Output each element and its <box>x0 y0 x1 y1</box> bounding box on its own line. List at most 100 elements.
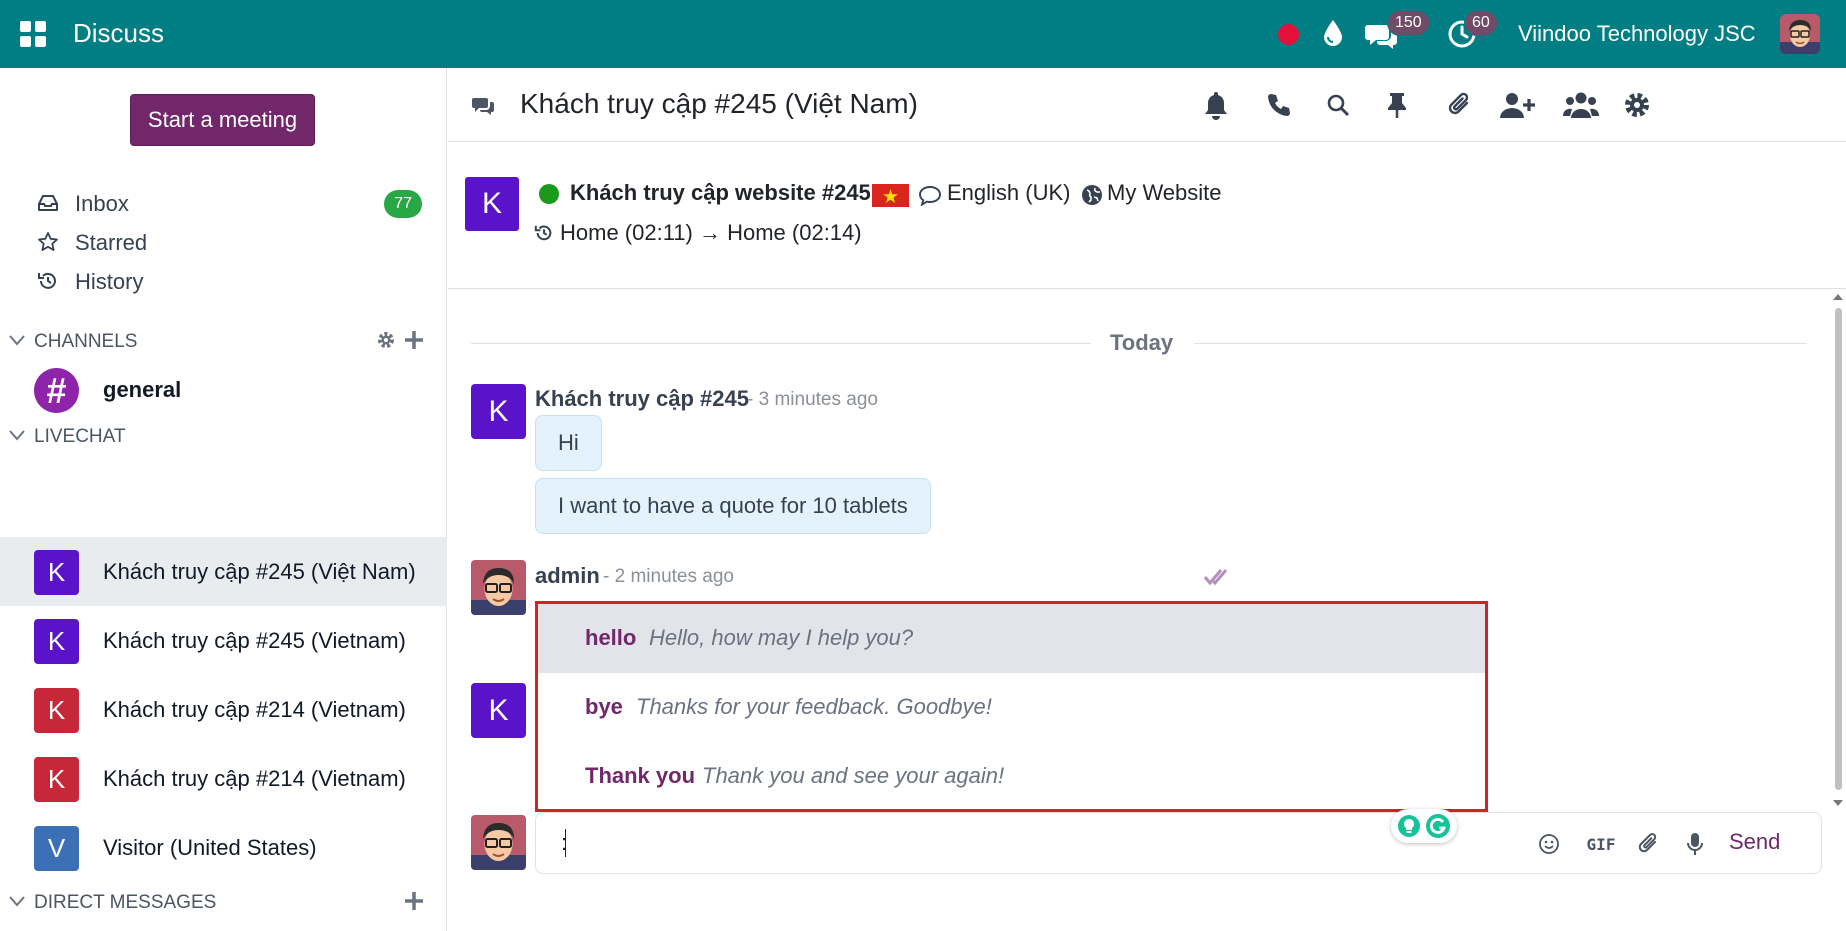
attachments-button[interactable] <box>1444 89 1476 121</box>
plus-icon[interactable] <box>404 329 424 351</box>
globe-icon <box>1082 185 1102 205</box>
emoji-button[interactable] <box>1536 831 1562 857</box>
suggestion-key: Thank you <box>585 763 696 788</box>
language-icon <box>919 186 941 206</box>
grammarly-widget[interactable] <box>1391 809 1457 843</box>
visitor-name: Khách truy cập website #245 <box>570 180 871 205</box>
suggestion-item[interactable]: Thank you Thank you and see your again! <box>538 742 1485 811</box>
date-separator: Today <box>1110 330 1174 355</box>
thread-scrollbar[interactable] <box>1830 290 1846 810</box>
scrollbar-thumb[interactable] <box>1835 308 1842 790</box>
livechat-avatar: K <box>34 757 79 802</box>
attach-file-button[interactable] <box>1636 831 1662 857</box>
pinned-messages-button[interactable] <box>1381 89 1413 121</box>
messaging-count-badge: 150 <box>1387 10 1430 36</box>
thread-header: Khách truy cập #245 (Việt Nam) <box>448 68 1846 142</box>
current-user-avatar <box>471 815 526 870</box>
inbox-count-badge: 77 <box>384 190 422 218</box>
suggestion-item[interactable]: bye Thanks for your feedback. Goodbye! <box>538 673 1485 742</box>
author-avatar[interactable]: K <box>471 683 526 738</box>
gear-icon[interactable] <box>376 330 396 350</box>
start-meeting-button[interactable]: Start a meeting <box>130 94 315 146</box>
lightbulb-icon[interactable] <box>1397 814 1421 838</box>
canned-response-suggestions: hello Hello, how may I help you? bye Tha… <box>535 601 1488 812</box>
sidebar-channel[interactable]: # general <box>0 355 447 424</box>
livechat-avatar: K <box>34 688 79 733</box>
message-body: I want to have a quote for 10 tablets <box>535 478 931 534</box>
livechat-avatar: K <box>34 619 79 664</box>
visitor-language: English (UK) <box>947 180 1071 205</box>
livechat-name: Khách truy cập #214 (Vietnam) <box>103 697 406 722</box>
category-direct-messages[interactable]: DIRECT MESSAGES <box>0 882 447 922</box>
author-avatar[interactable] <box>471 560 526 615</box>
app-title[interactable]: Discuss <box>73 18 164 49</box>
sidebar-livechat-item[interactable]: K Khách truy cập #214 (Vietnam) <box>0 744 447 813</box>
message-author[interactable]: Khách truy cập #245 <box>535 386 749 412</box>
grammarly-icon[interactable] <box>1425 813 1451 839</box>
sidebar-item-label: Inbox <box>75 191 129 216</box>
category-label: DIRECT MESSAGES <box>34 892 217 913</box>
visitor-page-history: Home (02:11) → Home (02:14) <box>560 220 862 245</box>
visitor-avatar: K <box>465 177 519 231</box>
seen-check-icon <box>1203 569 1228 586</box>
drop-icon[interactable] <box>1322 19 1344 47</box>
phone-icon <box>1268 94 1290 116</box>
settings-icon <box>1625 93 1649 117</box>
member-list-button[interactable] <box>1561 89 1601 121</box>
history-icon <box>38 272 56 289</box>
suggestion-value: Thanks for your feedback. Goodbye! <box>636 694 992 719</box>
message-date: - 3 minutes ago <box>747 389 878 410</box>
sidebar-livechat-item[interactable]: K Khách truy cập #245 (Vietnam) <box>0 606 447 675</box>
discuss-sidebar: Start a meeting Inbox 77 Starred History… <box>0 68 447 931</box>
paperclip-icon <box>1638 833 1657 853</box>
chevron-down-icon[interactable] <box>8 331 26 349</box>
visitor-banner: K Khách truy cập website #245 English (U… <box>448 142 1846 289</box>
suggestion-value: Thank you and see your again! <box>702 763 1005 788</box>
scroll-down-arrow[interactable] <box>1833 800 1843 806</box>
paperclip-icon <box>1448 92 1469 115</box>
category-livechat[interactable]: LIVECHAT <box>0 416 447 456</box>
livechat-name: Khách truy cập #245 (Vietnam) <box>103 628 406 653</box>
recording-icon[interactable] <box>1278 24 1299 45</box>
call-button[interactable] <box>1263 89 1295 121</box>
apps-menu-icon[interactable] <box>20 21 46 47</box>
search-messages-button[interactable] <box>1322 89 1354 121</box>
plus-icon[interactable] <box>404 890 424 912</box>
text-caret <box>565 829 566 857</box>
activity-count-badge: 60 <box>1464 10 1498 36</box>
message-composer: : GIF Send <box>535 809 1822 874</box>
livechat-avatar: K <box>34 550 79 595</box>
channel-name: general <box>103 377 182 402</box>
sidebar-item-label: Starred <box>75 230 148 255</box>
thread-title: Khách truy cập #245 (Việt Nam) <box>520 88 918 119</box>
thread-settings-button[interactable] <box>1621 89 1653 121</box>
sidebar-item-history[interactable]: History <box>0 258 447 304</box>
suggestion-key: hello <box>585 625 637 650</box>
sidebar-item-label: History <box>75 269 144 294</box>
gif-button[interactable]: GIF <box>1584 831 1618 857</box>
user-avatar[interactable] <box>1780 14 1820 54</box>
chevron-down-icon[interactable] <box>8 426 26 444</box>
chevron-down-icon[interactable] <box>8 892 26 910</box>
suggestion-item[interactable]: hello Hello, how may I help you? <box>538 604 1485 673</box>
suggestion-value: Hello, how may I help you? <box>649 625 914 650</box>
microphone-icon <box>1687 833 1703 855</box>
scroll-up-arrow[interactable] <box>1833 294 1843 300</box>
top-navbar: Discuss 150 60 Viindoo Technology JSC <box>0 0 1846 68</box>
suggestion-key: bye <box>585 694 623 719</box>
sidebar-livechat-item[interactable]: K Khách truy cập #214 (Vietnam) <box>0 675 447 744</box>
author-avatar[interactable]: K <box>471 384 526 439</box>
channel-hash-avatar: # <box>34 368 79 413</box>
message-body: Hi <box>535 415 602 471</box>
sidebar-livechat-item[interactable]: K Khách truy cập #245 (Việt Nam) <box>0 537 447 606</box>
livechat-thread-icon <box>472 98 494 115</box>
voice-message-button[interactable] <box>1682 831 1708 857</box>
send-button[interactable]: Send <box>1729 829 1780 855</box>
emoji-icon <box>1539 834 1559 854</box>
date-separator-line <box>1194 343 1807 344</box>
company-switcher[interactable]: Viindoo Technology JSC <box>1518 21 1756 47</box>
message-author[interactable]: admin <box>535 563 600 589</box>
sidebar-livechat-item[interactable]: V Visitor (United States) <box>0 813 447 882</box>
category-label: LIVECHAT <box>34 426 126 447</box>
notification-settings-button[interactable] <box>1200 89 1232 121</box>
